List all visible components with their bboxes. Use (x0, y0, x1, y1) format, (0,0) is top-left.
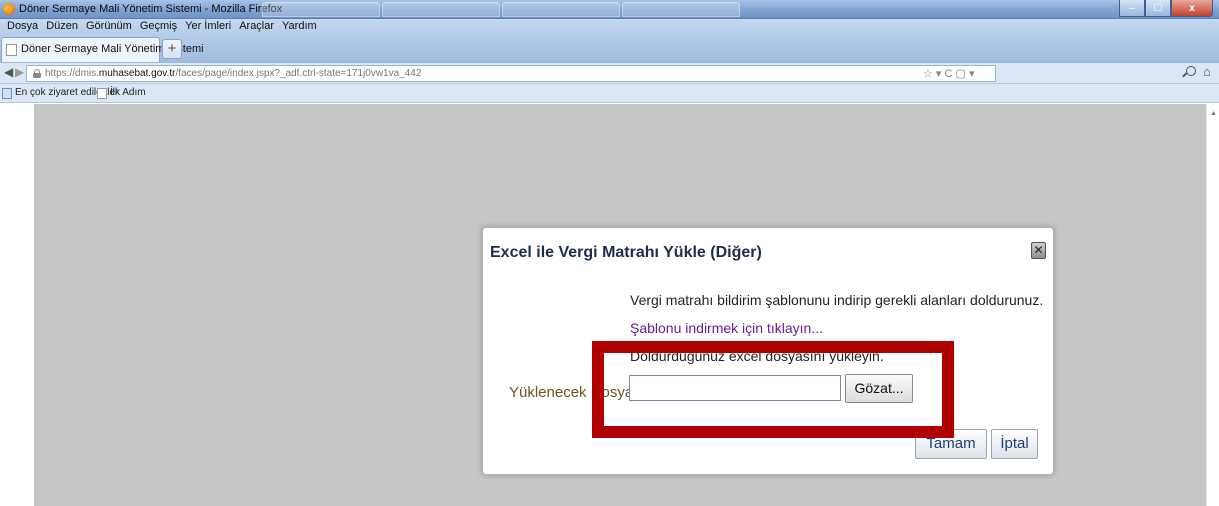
forward-arrow-icon[interactable]: ▶ (15, 65, 24, 79)
menu-item-araclar[interactable]: Araçlar (235, 19, 278, 34)
url-text[interactable]: https://dmis.muhasebat.gov.tr/faces/page… (45, 68, 421, 79)
bookmark-page-icon (97, 88, 107, 99)
search-icon[interactable] (1186, 66, 1196, 76)
scroll-up-icon[interactable]: ▲ (1210, 110, 1217, 117)
menu-item-dosya[interactable]: Dosya (3, 19, 42, 34)
back-arrow-icon[interactable]: ◀ (4, 65, 13, 79)
new-tab-button[interactable]: + (162, 39, 182, 59)
cancel-button[interactable]: İptal (991, 429, 1038, 459)
background-window-tab (382, 2, 500, 17)
background-window-tab (502, 2, 620, 17)
dialog-title: Excel ile Vergi Matrahı Yükle (Diğer) (490, 244, 762, 261)
firefox-icon (3, 3, 15, 15)
page-content: ▲ Excel ile Vergi Matrahı Yükle (Diğer) … (0, 104, 1219, 506)
url-bar[interactable]: https://dmis.muhasebat.gov.tr/faces/page… (26, 65, 996, 82)
dialog-close-icon[interactable]: ✕ (1031, 242, 1046, 259)
url-bar-actions[interactable]: ☆ ▾ C ▢ ▾ (923, 67, 974, 80)
menu-item-yer-imleri[interactable]: Yer İmleri (181, 19, 235, 34)
tab-active[interactable]: Döner Sermaye Mali Yönetim Sistemi (1, 37, 204, 62)
home-icon[interactable]: ⌂ (1203, 64, 1211, 79)
close-window-button[interactable]: x (1171, 0, 1213, 17)
navigation-bar: ◀ ▶ https://dmis.muhasebat.gov.tr/faces/… (0, 63, 1219, 84)
page-icon (6, 44, 17, 56)
lock-icon (33, 69, 41, 78)
menu-item-gecmis[interactable]: Geçmiş (136, 19, 181, 34)
upload-dialog: Excel ile Vergi Matrahı Yükle (Diğer) ✕ … (482, 227, 1054, 475)
window-controls: – ☐ x (1119, 0, 1213, 17)
template-download-link[interactable]: Şablonu indirmek için tıklayın... (630, 320, 823, 336)
upload-instruction-text: Doldurduğunuz excel dosyasını yükleyin. (630, 348, 884, 364)
file-path-input[interactable] (629, 375, 841, 401)
menu-item-duzen[interactable]: Düzen (42, 19, 82, 34)
menu-item-gorunum[interactable]: Görünüm (82, 19, 136, 34)
background-window-tab (622, 2, 740, 17)
bookmark-first-step[interactable]: İlk Adım (110, 87, 146, 98)
background-window-tab (262, 2, 380, 17)
file-field-label: Yüklenecek Dosya: (509, 384, 638, 401)
minimize-button[interactable]: – (1119, 0, 1145, 17)
maximize-button[interactable]: ☐ (1145, 0, 1171, 17)
bookmark-icon (2, 88, 12, 99)
browse-button[interactable]: Gözat... (845, 374, 913, 403)
menu-item-yardim[interactable]: Yardım (278, 19, 321, 34)
bookmarks-bar: En çok ziyaret edilenler İlk Adım (0, 84, 1219, 103)
ok-button[interactable]: Tamam (915, 429, 987, 459)
vertical-scrollbar[interactable]: ▲ (1206, 104, 1219, 506)
window-title: Döner Sermaye Mali Yönetim Sistemi - Moz… (19, 3, 283, 15)
instruction-text: Vergi matrahı bildirim şablonunu indirip… (630, 292, 1044, 308)
window-titlebar: Döner Sermaye Mali Yönetim Sistemi - Moz… (0, 0, 1219, 19)
tab-bar: Döner Sermaye Mali Yönetim Sistemi + (0, 34, 1219, 63)
menu-bar: Dosya Düzen Görünüm Geçmiş Yer İmleri Ar… (0, 19, 1219, 34)
